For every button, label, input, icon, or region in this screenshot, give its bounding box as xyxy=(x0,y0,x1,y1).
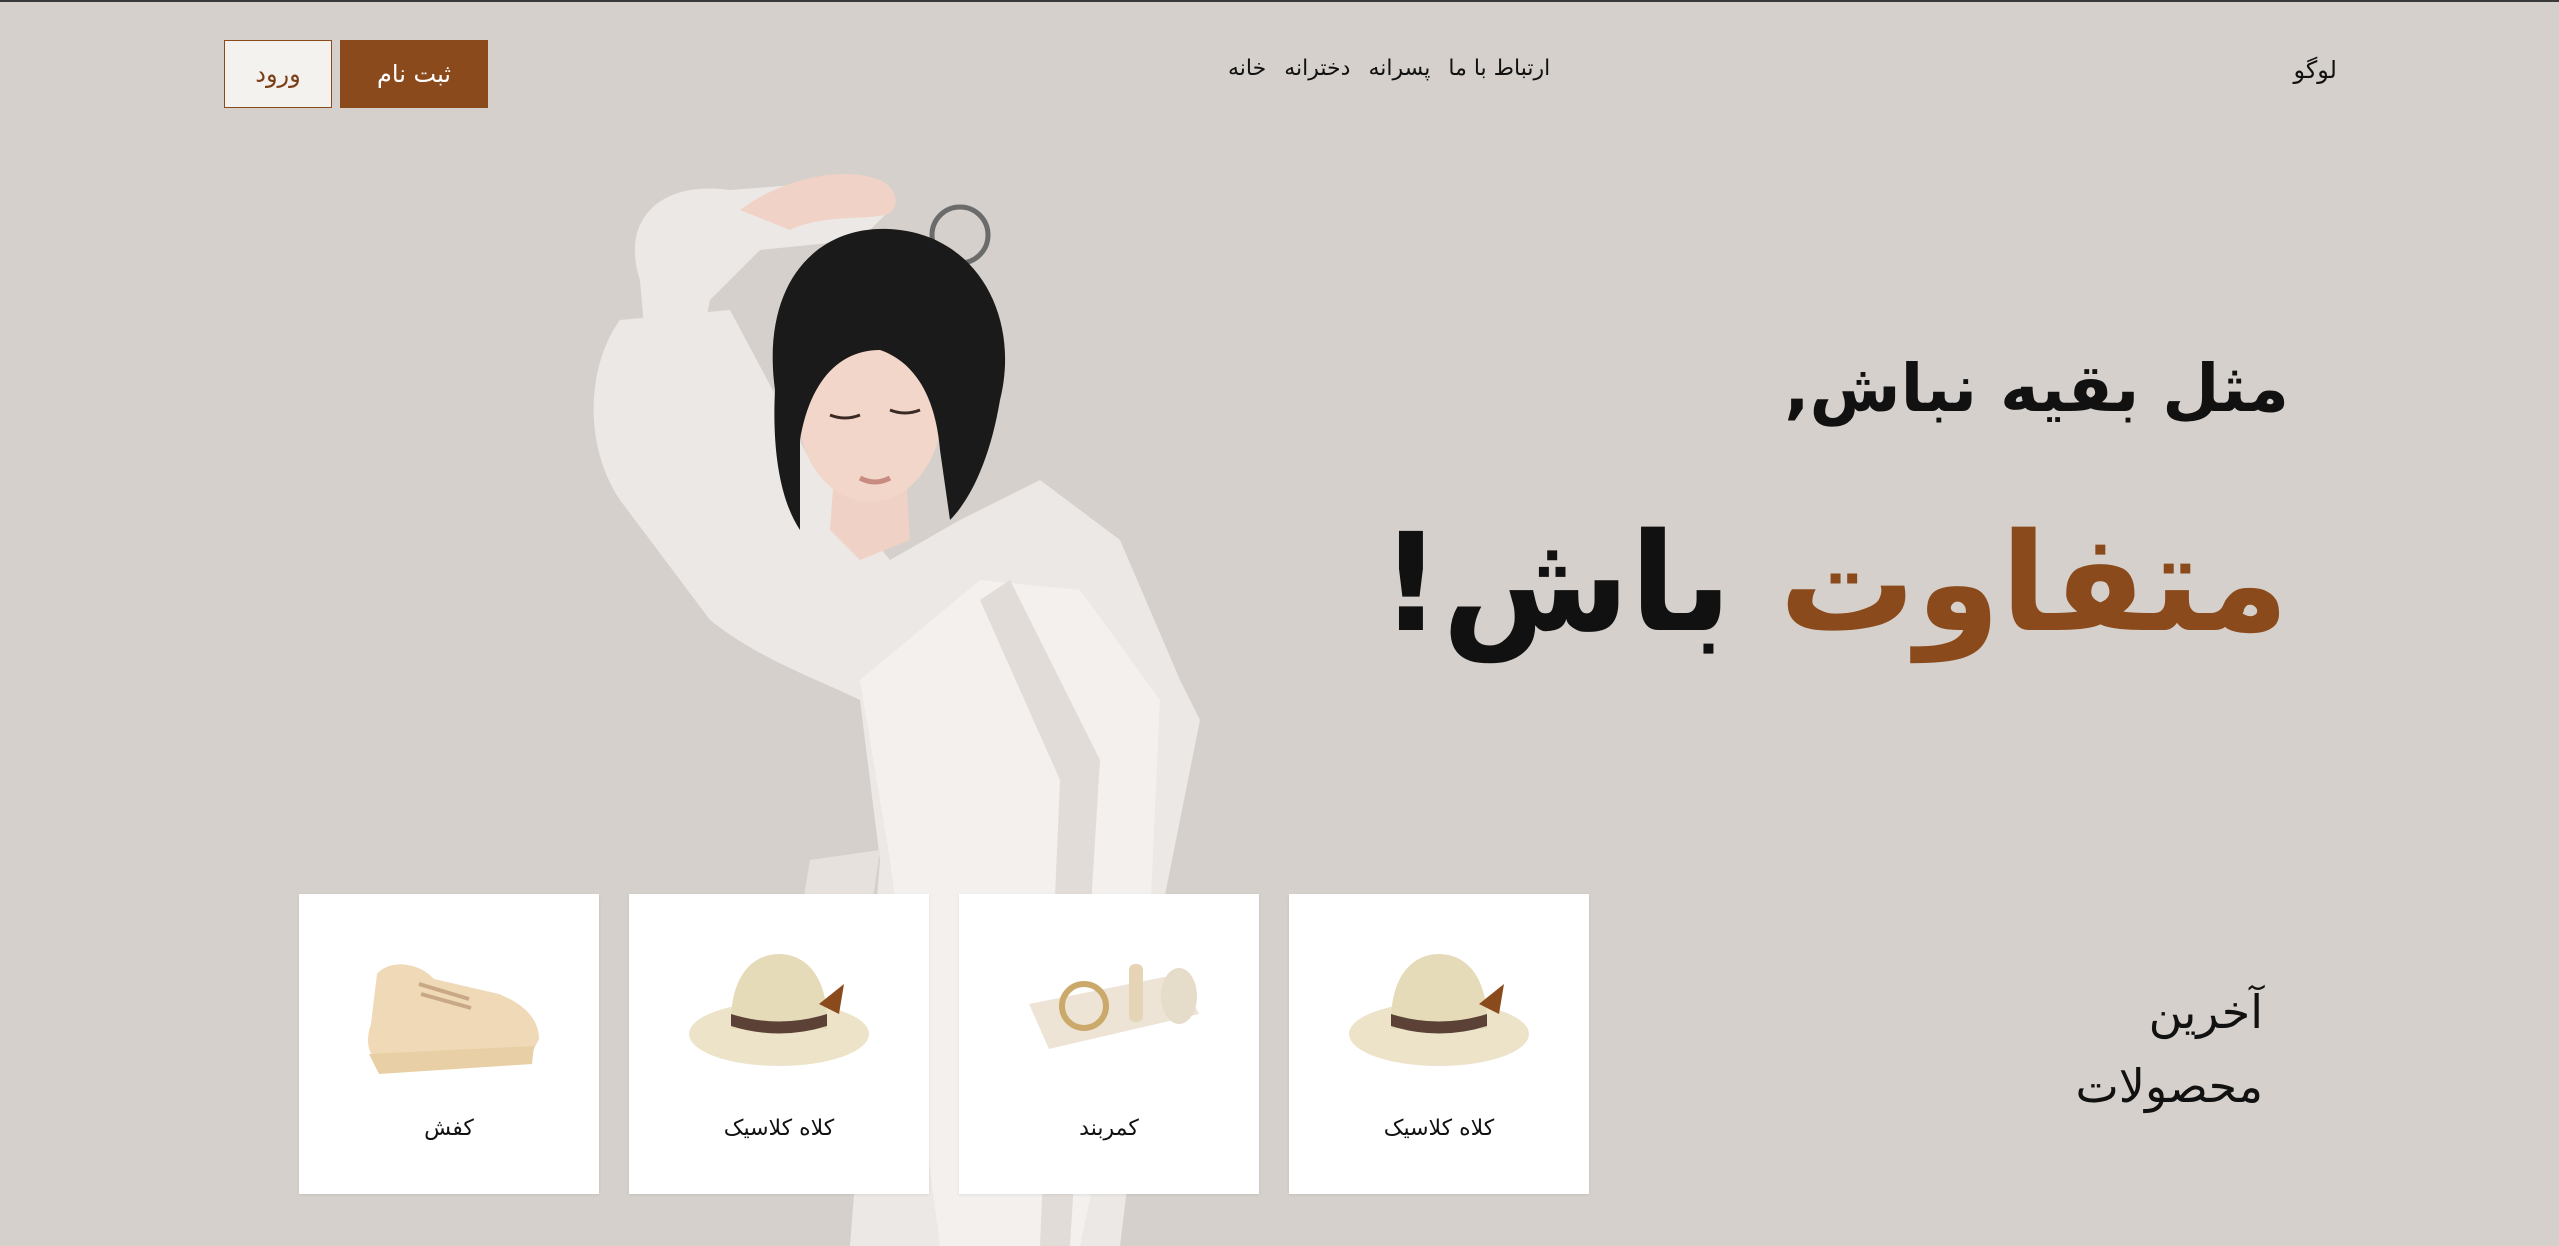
hero-headline-line1: مثل بقیه نباش, xyxy=(1784,350,2289,427)
product-label: کلاه کلاسیک xyxy=(723,1116,835,1141)
latest-products-heading: آخرین محصولات xyxy=(2075,975,2263,1123)
login-button[interactable]: ورود xyxy=(224,40,332,108)
top-border xyxy=(0,0,2559,2)
belt-icon xyxy=(1029,964,1199,1049)
main-nav: خانه دخترانه پسرانه ارتباط با ما xyxy=(1228,56,1550,81)
logo[interactable]: لوگو xyxy=(2293,56,2337,84)
hero-headline-line2: متفاوت باش! xyxy=(1380,505,2289,663)
hat-icon xyxy=(689,954,869,1066)
nav-item-contact[interactable]: ارتباط با ما xyxy=(1448,56,1550,81)
nav-item-home[interactable]: خانه xyxy=(1228,56,1266,81)
hat-icon xyxy=(1349,954,1529,1066)
signup-button[interactable]: ثبت نام xyxy=(340,40,488,108)
hero-headline-accent: متفاوت xyxy=(1779,505,2289,663)
latest-products-line2: محصولات xyxy=(2075,1059,2263,1113)
sneaker-icon xyxy=(368,964,539,1074)
latest-products-line1: آخرین xyxy=(2148,985,2263,1039)
nav-item-girls[interactable]: دخترانه xyxy=(1284,56,1350,81)
hero-headline-rest: باش! xyxy=(1379,505,1732,663)
product-card[interactable]: کمربند xyxy=(959,894,1259,1194)
product-label: کمربند xyxy=(1079,1116,1139,1141)
product-label: کفش xyxy=(424,1116,474,1141)
product-card[interactable]: کلاه کلاسیک xyxy=(1289,894,1589,1194)
product-card[interactable]: کلاه کلاسیک xyxy=(629,894,929,1194)
product-card[interactable]: کفش xyxy=(299,894,599,1194)
nav-item-boys[interactable]: پسرانه xyxy=(1368,56,1430,81)
product-label: کلاه کلاسیک xyxy=(1383,1116,1495,1141)
